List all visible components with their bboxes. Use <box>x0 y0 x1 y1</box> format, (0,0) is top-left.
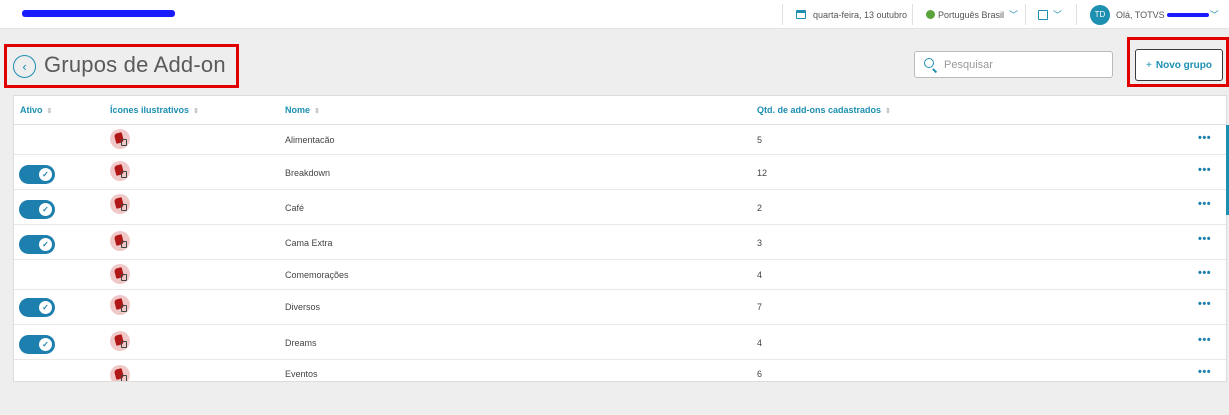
column-header-nome[interactable]: Nome ⇕ <box>285 105 320 115</box>
row-name: Eventos <box>285 369 318 379</box>
user-greeting: Olá, TOTVS <box>1116 9 1165 20</box>
search-icon <box>924 58 934 68</box>
row-count: 4 <box>757 338 763 348</box>
property-selector[interactable]: ﹀ <box>1038 0 1062 29</box>
table-row[interactable]: ✓ Diversos 7 ••• <box>14 290 1226 325</box>
new-group-label: Novo grupo <box>1155 59 1212 71</box>
row-name: Breakdown <box>285 168 331 178</box>
date-display: quarta-feira, 13 outubro <box>796 0 907 29</box>
more-actions-icon[interactable]: ••• <box>1198 198 1211 210</box>
sort-icon: ⇕ <box>193 108 199 115</box>
table-row[interactable]: Alimentacão 5 ••• <box>14 125 1226 155</box>
chevron-down-icon: ﹀ <box>1009 10 1019 20</box>
row-name: Alimentacão <box>285 135 335 145</box>
illustrative-addon-icon <box>110 129 130 149</box>
illustrative-addon-icon <box>110 161 130 181</box>
addon-groups-table: Ativo ⇕ Ícones ilustrativos ⇕ Nome ⇕ Qtd. d… <box>13 95 1227 382</box>
divider <box>782 4 783 25</box>
illustrative-addon-icon <box>110 295 130 315</box>
sort-icon: ⇕ <box>46 108 53 115</box>
more-actions-icon[interactable]: ••• <box>1198 366 1211 378</box>
chevron-left-icon: ‹ <box>22 59 27 74</box>
row-name: Café <box>285 203 305 213</box>
chevron-down-icon: ﹀ <box>1209 10 1219 20</box>
table-row[interactable]: Eventos 6 ••• <box>14 360 1226 381</box>
page-title: Grupos de Add-on <box>44 52 226 77</box>
redacted-username <box>1166 12 1209 17</box>
row-name: Comemorações <box>285 270 349 280</box>
row-name: Diversos <box>285 302 321 312</box>
row-count: 5 <box>757 135 763 145</box>
table-row[interactable]: ✓ Café 2 ••• <box>14 190 1226 225</box>
row-count: 6 <box>757 369 763 379</box>
table-row[interactable]: Comemorações 4 ••• <box>14 260 1226 290</box>
active-toggle[interactable]: ✓ <box>19 335 55 354</box>
table-row[interactable]: ✓ Cama Extra 3 ••• <box>14 225 1226 260</box>
illustrative-addon-icon <box>110 264 130 284</box>
check-icon: ✓ <box>39 238 52 251</box>
check-icon: ✓ <box>39 168 52 181</box>
illustrative-addon-icon <box>110 365 130 381</box>
sort-icon: ⇕ <box>314 108 320 115</box>
divider <box>912 4 913 25</box>
active-toggle[interactable]: ✓ <box>19 200 55 219</box>
row-count: 7 <box>757 302 763 312</box>
divider <box>1076 4 1077 25</box>
search-input[interactable] <box>944 56 1104 73</box>
divider <box>1025 4 1026 25</box>
avatar: TD <box>1090 4 1110 25</box>
calendar-icon <box>796 10 806 19</box>
new-group-button[interactable]: + Novo grupo <box>1135 49 1223 81</box>
row-name: Cama Extra <box>285 238 333 248</box>
plus-icon: + <box>1146 59 1152 71</box>
more-actions-icon[interactable]: ••• <box>1198 267 1211 279</box>
row-count: 12 <box>757 168 768 178</box>
column-header-qtd[interactable]: Qtd. de add-ons cadastrados ⇕ <box>757 105 891 115</box>
row-count: 4 <box>757 270 763 280</box>
sort-icon: ⇕ <box>885 108 891 115</box>
more-actions-icon[interactable]: ••• <box>1198 233 1211 245</box>
row-name: Dreams <box>285 338 317 348</box>
column-header-icones[interactable]: Ícones ilustrativos ⇕ <box>110 105 199 115</box>
check-icon: ✓ <box>39 301 52 314</box>
active-toggle[interactable]: ✓ <box>19 235 55 254</box>
search-box[interactable] <box>914 51 1113 78</box>
language-selector[interactable]: Português Brasil ﹀ <box>926 0 1018 29</box>
user-menu[interactable]: TD Olá, TOTVS ﹀ <box>1090 0 1219 29</box>
table-row[interactable]: ✓ Breakdown 12 ••• <box>14 155 1226 190</box>
more-actions-icon[interactable]: ••• <box>1198 298 1211 310</box>
column-header-ativo[interactable]: Ativo ⇕ <box>20 105 52 115</box>
more-actions-icon[interactable]: ••• <box>1198 334 1211 346</box>
top-bar: quarta-feira, 13 outubro Português Brasi… <box>0 0 1229 29</box>
date-text: quarta-feira, 13 outubro <box>813 9 908 20</box>
language-label: Português Brasil <box>938 9 1005 20</box>
illustrative-addon-icon <box>110 194 130 214</box>
more-actions-icon[interactable]: ••• <box>1198 132 1211 144</box>
check-icon: ✓ <box>39 338 52 351</box>
building-icon <box>1038 9 1048 20</box>
row-count: 3 <box>757 238 763 248</box>
active-toggle[interactable]: ✓ <box>19 165 55 184</box>
more-actions-icon[interactable]: ••• <box>1198 164 1211 176</box>
globe-icon <box>926 10 935 19</box>
redacted-logo <box>22 10 175 17</box>
illustrative-addon-icon <box>110 231 130 251</box>
active-toggle[interactable]: ✓ <box>19 298 55 317</box>
row-count: 2 <box>757 203 763 213</box>
check-icon: ✓ <box>39 203 52 216</box>
chevron-down-icon: ﹀ <box>1053 10 1063 20</box>
table-row[interactable]: ✓ Dreams 4 ••• <box>14 325 1226 360</box>
back-button[interactable]: ‹ <box>13 55 36 78</box>
table-header: Ativo ⇕ Ícones ilustrativos ⇕ Nome ⇕ Qtd. d… <box>14 96 1226 125</box>
illustrative-addon-icon <box>110 331 130 351</box>
